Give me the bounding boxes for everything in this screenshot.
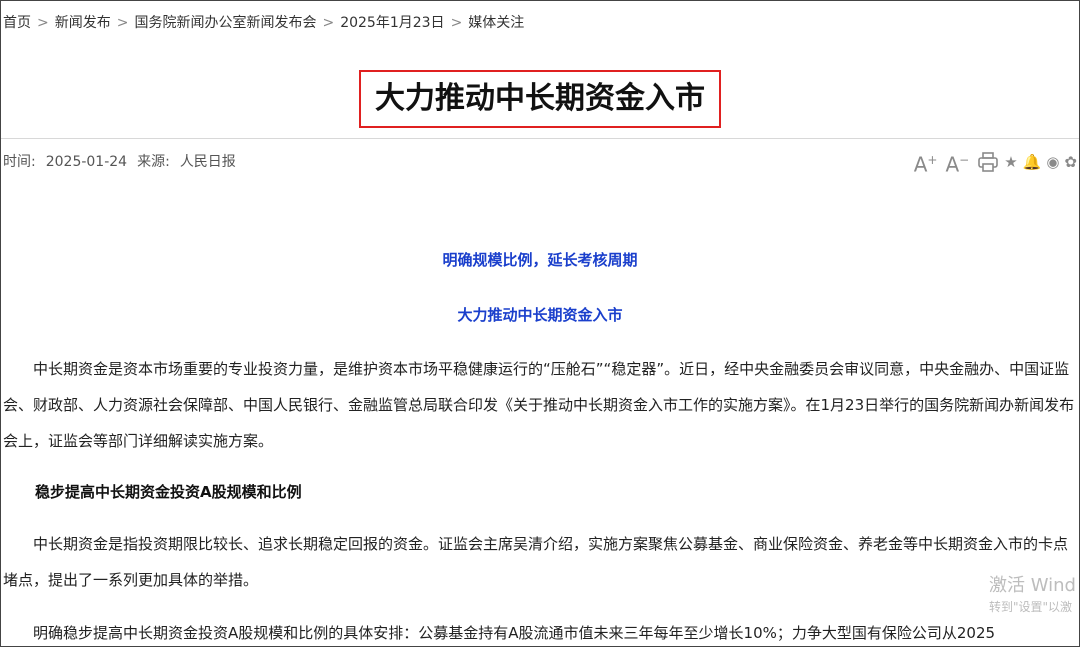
breadcrumb-separator: > — [116, 15, 129, 31]
paragraph-1: 中长期资金是资本市场重要的专业投资力量，是维护资本市场平稳健康运行的“压舱石”“… — [3, 360, 1075, 450]
title-area: 大力推动中长期资金入市 — [1, 70, 1079, 128]
paragraph-3: 明确稳步提高中长期资金投资A股规模和比例的具体安排：公募基金持有A股流通市值未来… — [33, 624, 996, 642]
source-value: 人民日报 — [179, 154, 236, 170]
watermark-line-1: 激活 Wind — [989, 575, 1076, 596]
activation-watermark: 激活 Wind 转到"设置"以激 — [989, 574, 1076, 616]
subtitle-1: 明确规模比例，延长考核周期 — [442, 251, 638, 269]
breadcrumb-separator: > — [322, 15, 335, 31]
breadcrumb-media-focus-link[interactable]: 媒体关注 — [468, 15, 524, 31]
article-page: 首页 > 新闻发布 > 国务院新闻办公室新闻发布会 >2025年1月23日 > 媒体关注 大力… — [0, 0, 1080, 647]
paragraph-2: 中长期资金是指投资期限比较长、追求长期稳定回报的资金。证监会主席吴清介绍，实施方… — [3, 535, 1069, 589]
breadcrumb: 首页 > 新闻发布 > 国务院新闻办公室新闻发布会 >2025年1月23日 > 媒体关注 — [3, 13, 524, 33]
section-heading: 稳步提高中长期资金投资A股规模和比例 — [35, 483, 302, 501]
breadcrumb-news-release-link[interactable]: 新闻发布 — [55, 15, 111, 31]
wechat-icon[interactable]: ✿ — [1064, 149, 1077, 175]
title-highlight-box: 大力推动中长期资金入市 — [359, 70, 721, 128]
bell-icon[interactable]: 🔔 — [1023, 149, 1042, 175]
print-icon[interactable] — [977, 151, 999, 173]
breadcrumb-separator: > — [450, 15, 463, 31]
star-icon[interactable]: ★ — [1004, 149, 1017, 175]
breadcrumb-home-link[interactable]: 首页 — [3, 15, 31, 31]
weibo-icon[interactable]: ◉ — [1046, 149, 1059, 175]
watermark-line-2: 转到"设置"以激 — [989, 600, 1073, 614]
subtitle-2: 大力推动中长期资金入市 — [457, 306, 623, 324]
title-divider — [1, 138, 1079, 139]
breadcrumb-separator: > — [37, 15, 49, 31]
breadcrumb-press-conference-link[interactable]: 国务院新闻办公室新闻发布会 — [134, 15, 316, 31]
breadcrumb-date-link[interactable]: 2025年1月23日 — [340, 15, 444, 31]
page-title: 大力推动中长期资金入市 — [375, 81, 705, 116]
source-label: 来源: — [137, 154, 170, 170]
font-increase-icon[interactable]: A+ — [914, 147, 938, 178]
article-toolbar: A+ A− ★ 🔔 ◉ ✿ — [906, 147, 1077, 178]
font-decrease-icon[interactable]: A− — [945, 147, 969, 178]
time-value: 2025-01-24 — [45, 154, 128, 170]
article-meta: 时间: 2025-01-24 来源: 人民日报 — [3, 151, 246, 171]
time-label: 时间: — [3, 154, 36, 170]
